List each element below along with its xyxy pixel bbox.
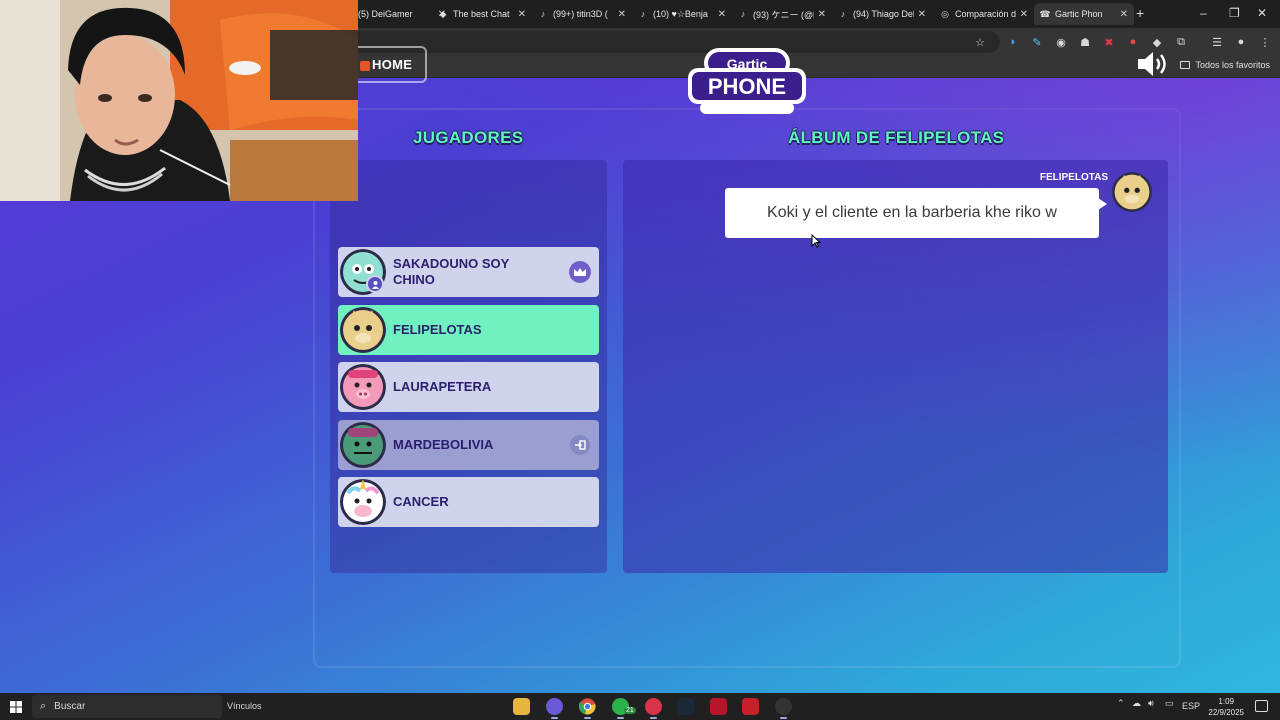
player-card[interactable]: LAURAPETERA [338,362,599,412]
obs-icon[interactable] [775,698,792,719]
translate-extension-icon[interactable]: ✎ [1030,35,1044,49]
taskbar-clock[interactable]: 1:09 22/9/2025 [1208,696,1244,718]
links-toolbar[interactable]: Vínculos [227,701,262,711]
logo-main-text: PHONE [708,74,786,99]
crown-icon [569,261,591,283]
whatsapp-badge: 21 [624,707,636,714]
folder-icon [1180,61,1191,69]
mouse-cursor-icon [811,234,821,248]
browser-tab[interactable]: ♪ (93) ケニー (@k ✕ [732,3,832,25]
chrome-icon[interactable] [578,698,596,719]
tiktok-icon: ♪ [740,9,746,19]
browser-tab-active[interactable]: ☎ Gartic Phon ✕ [1034,3,1134,25]
player-name: MARDEBOLIVIA [393,437,494,452]
volume-icon[interactable]: 🔊︎ [1148,698,1154,709]
profile-icon[interactable]: ● [1234,35,1248,49]
close-tab-icon[interactable]: ✕ [1020,9,1028,20]
clock-time: 1:09 [1218,697,1234,706]
puzzle-icon[interactable]: ⧉ [1174,35,1188,49]
llama-avatar [340,307,386,353]
gartic-phone-logo: Gartic PHONE [688,48,806,114]
gartic-icon: ☎ [1039,8,1051,19]
unicorn-avatar [340,479,386,525]
extension-icon[interactable]: ☗ [1078,35,1092,49]
file-explorer-icon[interactable] [513,698,530,715]
close-tab-icon[interactable]: ✕ [1120,9,1128,20]
players-heading: JUGADORES [413,128,524,147]
close-tab-icon[interactable]: ✕ [518,9,526,20]
windows-start-icon[interactable] [10,701,22,713]
browser-tab[interactable]: ♪ (99+) titin3D (✕ [532,3,632,25]
album-heading: ÁLBUM DE FELIPELOTAS [788,128,1005,147]
user-icon [366,275,384,293]
player-card[interactable]: MARDEBOLIVIA [338,420,599,470]
extension-icon[interactable]: ◆ [1150,35,1164,49]
red-app-icon[interactable] [710,698,727,715]
minimize-icon[interactable]: – [1200,6,1207,20]
speaker-icon[interactable] [1136,50,1170,78]
close-tab-icon[interactable]: ✕ [818,9,826,20]
pig-avatar [340,364,386,410]
album-text-bubble: Koki y el cliente en la barberia khe rik… [725,188,1107,238]
webcam-feed-image [0,0,358,201]
tiktok-icon: ♪ [540,9,546,19]
llama-avatar [1112,172,1152,212]
language-indicator[interactable]: ESP [1182,701,1200,711]
clock-date: 22/9/2025 [1208,708,1244,717]
extension-icon[interactable]: ◉ [1054,35,1068,49]
taskbar-search-box[interactable]: ⌕ Buscar [32,695,222,718]
album-author-name: FELIPELOTAS [1039,172,1108,183]
extension-icon[interactable]: ◗ [1006,35,1020,49]
player-card[interactable]: CANCER [338,477,599,527]
browser-tab[interactable]: ◎ Comparación d ✕ [934,3,1034,25]
app-icon[interactable] [645,698,662,719]
close-tab-icon[interactable]: ✕ [618,9,626,20]
player-name: LAURAPETERA [393,379,492,394]
tiktok-icon: ♪ [840,9,846,19]
webcam-overlay [0,0,358,201]
discord-icon[interactable] [546,698,563,719]
reading-list-icon[interactable]: ☰ [1210,35,1224,49]
window-close-icon[interactable]: ✕ [1257,6,1267,20]
browser-tab[interactable]: ◆ The best Chat ✕ [432,3,532,25]
player-name: CANCER [393,494,449,509]
steam-icon[interactable] [677,698,694,715]
cloud-icon[interactable]: ☁ [1132,698,1141,709]
player-name: FELIPELOTAS [393,322,482,337]
player-name: SAKADOUNO SOY CHINO [393,256,510,287]
show-hidden-icons[interactable]: ⌃ [1117,698,1125,709]
player-card[interactable]: SAKADOUNO SOY CHINO [338,247,599,297]
network-icon[interactable]: ▭ [1165,698,1174,709]
tiktok-icon: ♪ [640,9,646,19]
globe-icon: ◎ [941,8,949,19]
tab-favicon-icon: ◆ [439,8,447,19]
extension-badge-icon[interactable]: ● [1126,35,1140,49]
new-tab-icon[interactable]: + [1136,5,1144,21]
player-card[interactable]: FELIPELOTAS [338,305,599,355]
extension-icon[interactable]: ✖ [1102,35,1116,49]
bookmark-star-icon[interactable]: ☆ [973,35,987,49]
search-icon: ⌕ [40,700,47,712]
album-entry-text: Koki y el cliente en la barberia khe rik… [767,204,1057,221]
menu-icon[interactable]: ⋮ [1258,35,1272,49]
all-bookmarks-button[interactable]: Todos los favoritos [1180,60,1270,70]
restore-icon[interactable]: ❐ [1229,6,1240,20]
lightning-app-icon[interactable] [742,698,759,715]
leave-icon [570,435,590,455]
browser-tab[interactable]: ♪ (10) ♥☆Benja ✕ [632,3,732,25]
windows-taskbar: ⌕ Buscar Vínculos 21 ⌃ ☁ 🔊︎ ▭ ESP 1:09 2… [0,693,1280,720]
close-tab-icon[interactable]: ✕ [918,9,926,20]
green-ogre-avatar [340,422,386,468]
browser-tab[interactable]: ♪ (94) Thiago Del ✕ [832,3,932,25]
close-tab-icon[interactable]: ✕ [718,9,726,20]
notification-icon[interactable] [1255,700,1268,712]
